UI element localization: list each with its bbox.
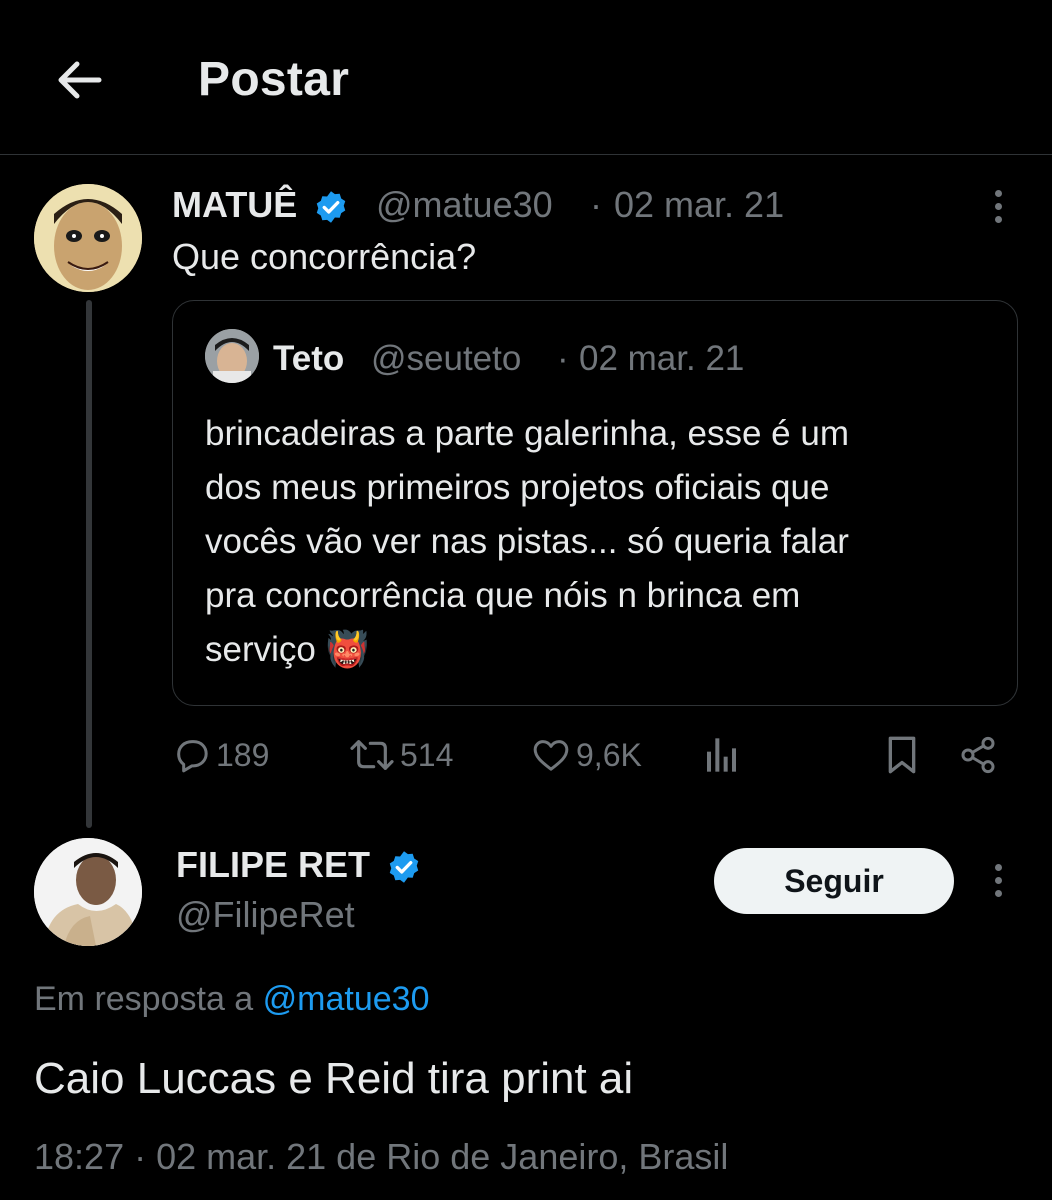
tweet-more-button[interactable] bbox=[984, 184, 1012, 228]
reply-context: Em resposta a @matue30 bbox=[34, 980, 430, 1019]
reply-icon bbox=[177, 740, 208, 773]
more-dot bbox=[994, 876, 1002, 884]
verified-badge-icon bbox=[317, 191, 346, 224]
like-count: 9,6K bbox=[576, 736, 642, 773]
quoted-tweet-text: brincadeiras a parte galerinha, esse é u… bbox=[205, 407, 1005, 677]
quoted-text-line: pra concorrência que nóis n brinca em bbox=[205, 576, 801, 615]
separator-dot: · bbox=[590, 184, 602, 225]
repost-button[interactable]: 514 bbox=[348, 732, 453, 778]
avatar-matue[interactable] bbox=[34, 184, 142, 292]
quoted-text-line: vocês vão ver nas pistas... só queria fa… bbox=[205, 522, 849, 561]
repost-count: 514 bbox=[400, 736, 454, 773]
reply-prefix: Em resposta a bbox=[34, 980, 254, 1018]
bookmark-button[interactable] bbox=[884, 732, 920, 778]
avatar-image bbox=[34, 184, 142, 292]
more-dot bbox=[994, 889, 1002, 897]
reply-to-handle-link[interactable]: @matue30 bbox=[263, 980, 430, 1018]
quoted-tweet-card[interactable]: Teto @seuteto · 02 mar. 21 brincadeiras … bbox=[172, 300, 1018, 706]
quoted-author-name: Teto bbox=[273, 339, 345, 378]
repost-icon bbox=[350, 740, 394, 770]
reply-count: 189 bbox=[216, 736, 270, 773]
page-title: Postar bbox=[198, 53, 350, 106]
tweet-text: Que concorrência? bbox=[172, 236, 477, 277]
tweet-author-name[interactable]: MATUÊ bbox=[172, 184, 349, 226]
avatar-image bbox=[205, 329, 259, 383]
avatar-image bbox=[34, 838, 142, 946]
top-bar: Postar bbox=[0, 0, 1052, 155]
quoted-tweet-date: 02 mar. 21 bbox=[579, 339, 745, 378]
more-dot bbox=[994, 202, 1002, 210]
heart-icon bbox=[533, 740, 569, 771]
reply-button[interactable]: 189 bbox=[172, 732, 269, 778]
like-button[interactable]: 9,6K bbox=[530, 732, 642, 778]
separator-dot: · bbox=[557, 339, 569, 378]
quoted-text-line: serviço 👹 bbox=[205, 630, 370, 669]
follow-button[interactable]: Seguir bbox=[714, 848, 954, 914]
reply-text: Caio Luccas e Reid tira print ai bbox=[34, 1054, 634, 1103]
share-icon bbox=[961, 736, 995, 774]
arrow-left-icon bbox=[58, 61, 102, 99]
reply-timestamp-location: 18:27 · 02 mar. 21 de Rio de Janeiro, Br… bbox=[34, 1136, 729, 1177]
reply-author-handle[interactable]: @FilipeRet bbox=[176, 894, 355, 936]
tweet-date[interactable]: 02 mar. 21 bbox=[614, 184, 784, 226]
quoted-text-line: brincadeiras a parte galerinha, esse é u… bbox=[205, 414, 849, 453]
tweet-author-handle[interactable]: @matue30 bbox=[376, 184, 553, 226]
views-chart-icon bbox=[707, 738, 736, 772]
more-dot bbox=[994, 215, 1002, 223]
more-dot bbox=[994, 189, 1002, 197]
thread-connector-line bbox=[86, 300, 92, 828]
bookmark-icon bbox=[888, 736, 916, 774]
more-dot bbox=[994, 863, 1002, 871]
verified-badge-icon bbox=[389, 851, 419, 884]
quoted-text-line: dos meus primeiros projetos oficiais que bbox=[205, 468, 830, 507]
avatar-teto bbox=[205, 329, 259, 383]
share-button[interactable] bbox=[958, 732, 998, 778]
back-button[interactable] bbox=[50, 52, 106, 108]
reply-author-name[interactable]: FILIPE RET bbox=[176, 844, 422, 886]
reply-more-button[interactable] bbox=[984, 858, 1012, 902]
quoted-author-handle: @seuteto bbox=[371, 339, 522, 378]
views-button[interactable] bbox=[704, 732, 740, 778]
avatar-filipe-ret[interactable] bbox=[34, 838, 142, 946]
